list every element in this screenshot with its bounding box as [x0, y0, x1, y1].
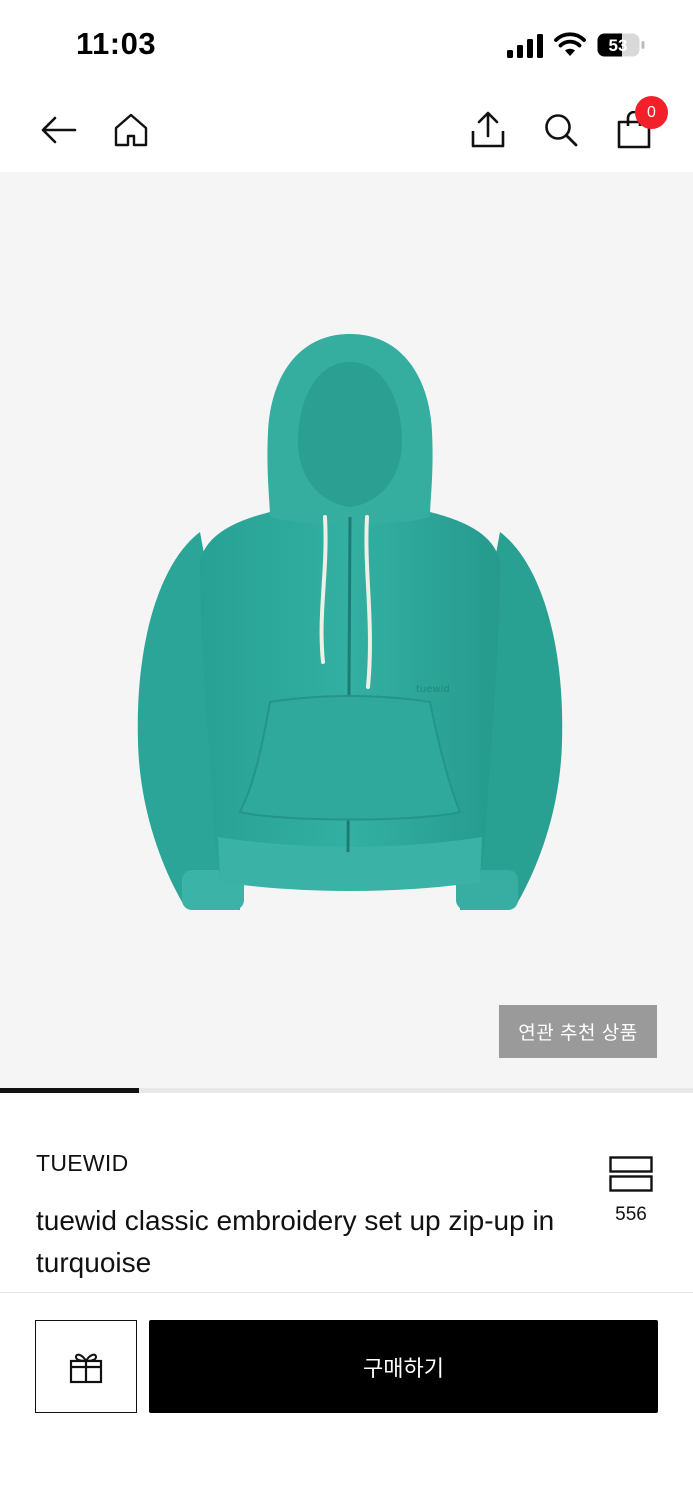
status-bar: 11:03 53	[0, 0, 693, 88]
gift-icon	[69, 1353, 103, 1383]
stacked-boxes-icon	[609, 1156, 653, 1192]
buy-button[interactable]: 구매하기	[149, 1320, 658, 1413]
cart-count-badge: 0	[635, 96, 668, 129]
gift-button[interactable]	[35, 1320, 137, 1413]
save-button[interactable]: 556	[604, 1152, 658, 1232]
search-button[interactable]	[537, 106, 585, 154]
battery-icon: 53	[597, 33, 645, 57]
brand-name[interactable]: TUEWID	[36, 1150, 129, 1177]
svg-text:tuewid: tuewid	[416, 684, 450, 695]
back-button[interactable]	[34, 106, 82, 154]
product-image: tuewid	[137, 334, 563, 910]
cellular-signal-icon	[507, 34, 543, 58]
share-button[interactable]	[464, 106, 512, 154]
product-image-carousel[interactable]: tuewid 연관 추천 상품	[0, 172, 693, 1090]
arrow-left-icon	[41, 116, 77, 144]
navigation-bar	[0, 88, 693, 172]
product-title: tuewid classic embroidery set up zip-up …	[36, 1205, 555, 1278]
image-progress-bar	[0, 1088, 693, 1093]
search-icon	[545, 114, 578, 147]
home-icon	[114, 113, 148, 147]
battery-level: 53	[609, 36, 628, 55]
save-count: 556	[615, 1204, 647, 1225]
bottom-divider	[0, 1292, 693, 1293]
image-progress-fill	[0, 1088, 139, 1093]
status-time: 11:03	[76, 26, 157, 61]
share-icon	[471, 111, 505, 148]
home-button[interactable]	[107, 106, 155, 154]
wifi-icon	[554, 32, 586, 56]
related-products-button[interactable]: 연관 추천 상품	[499, 1005, 657, 1058]
